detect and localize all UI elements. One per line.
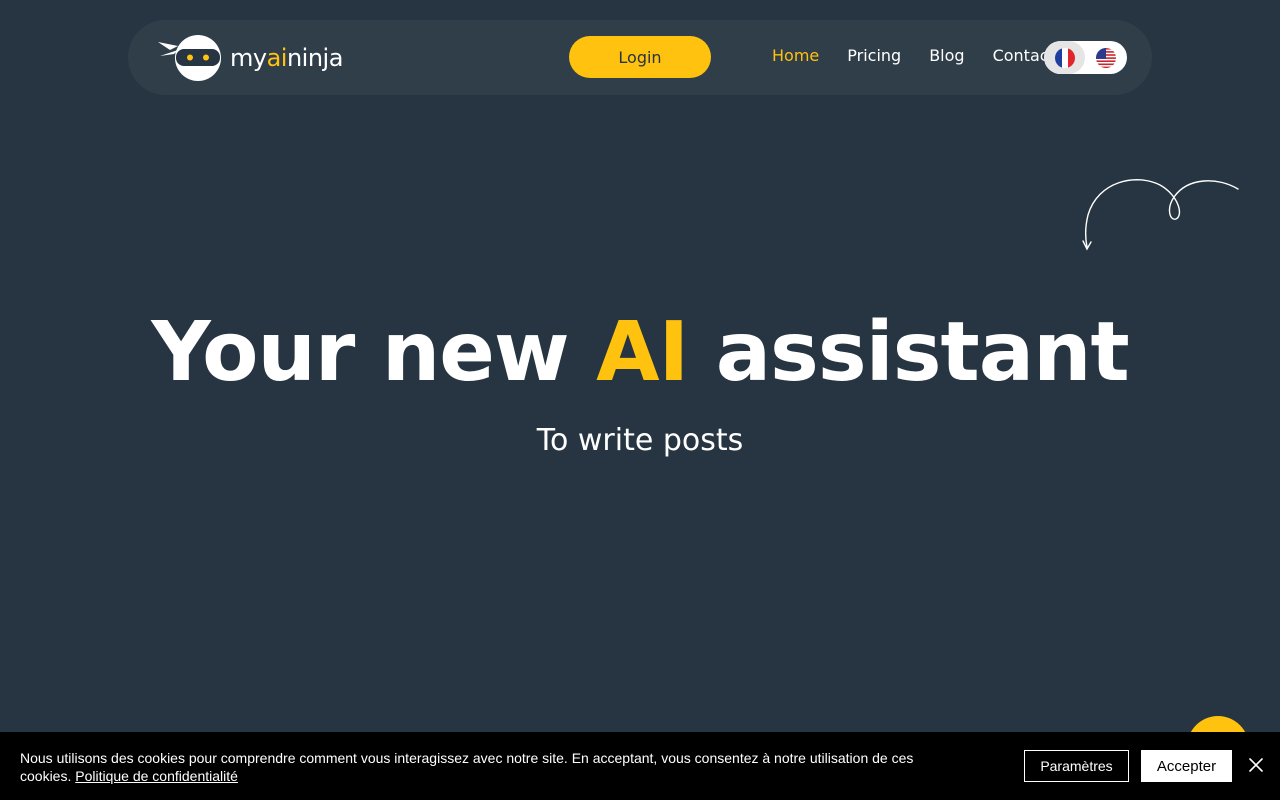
usa-flag-icon [1095,47,1116,68]
logo-link[interactable]: myaininja [156,34,343,82]
login-button[interactable]: Login [569,36,711,78]
privacy-policy-link[interactable]: Politique de confidentialité [75,768,238,784]
cookie-accept-button[interactable]: Accepter [1141,750,1232,782]
nav-link-pricing[interactable]: Pricing [847,46,901,65]
ninja-head-icon [156,34,222,82]
france-flag-icon [1054,47,1075,68]
hero-subtitle: To write posts [536,423,744,458]
close-icon[interactable] [1247,756,1265,774]
cookie-banner: Nous utilisons des cookies pour comprend… [0,732,1280,800]
page: myaininja Login Home Pricing Blog Contac… [0,0,1280,800]
nav-link-home[interactable]: Home [772,46,819,65]
nav-link-blog[interactable]: Blog [929,46,964,65]
language-option-en[interactable] [1085,41,1126,74]
language-option-fr[interactable] [1044,41,1085,74]
language-switcher [1044,41,1127,74]
cookie-settings-button[interactable]: Paramètres [1024,750,1129,782]
hero-title: Your new AI assistant [151,305,1129,400]
navbar: myaininja Login Home Pricing Blog Contac… [128,20,1152,95]
curly-arrow-icon [1078,175,1243,259]
cookie-text: Nous utilisons des cookies pour comprend… [20,750,914,784]
nav-links: Home Pricing Blog Contact [772,46,1055,65]
logo-text: myaininja [230,44,343,72]
hero-title-highlight: AI [596,305,689,400]
